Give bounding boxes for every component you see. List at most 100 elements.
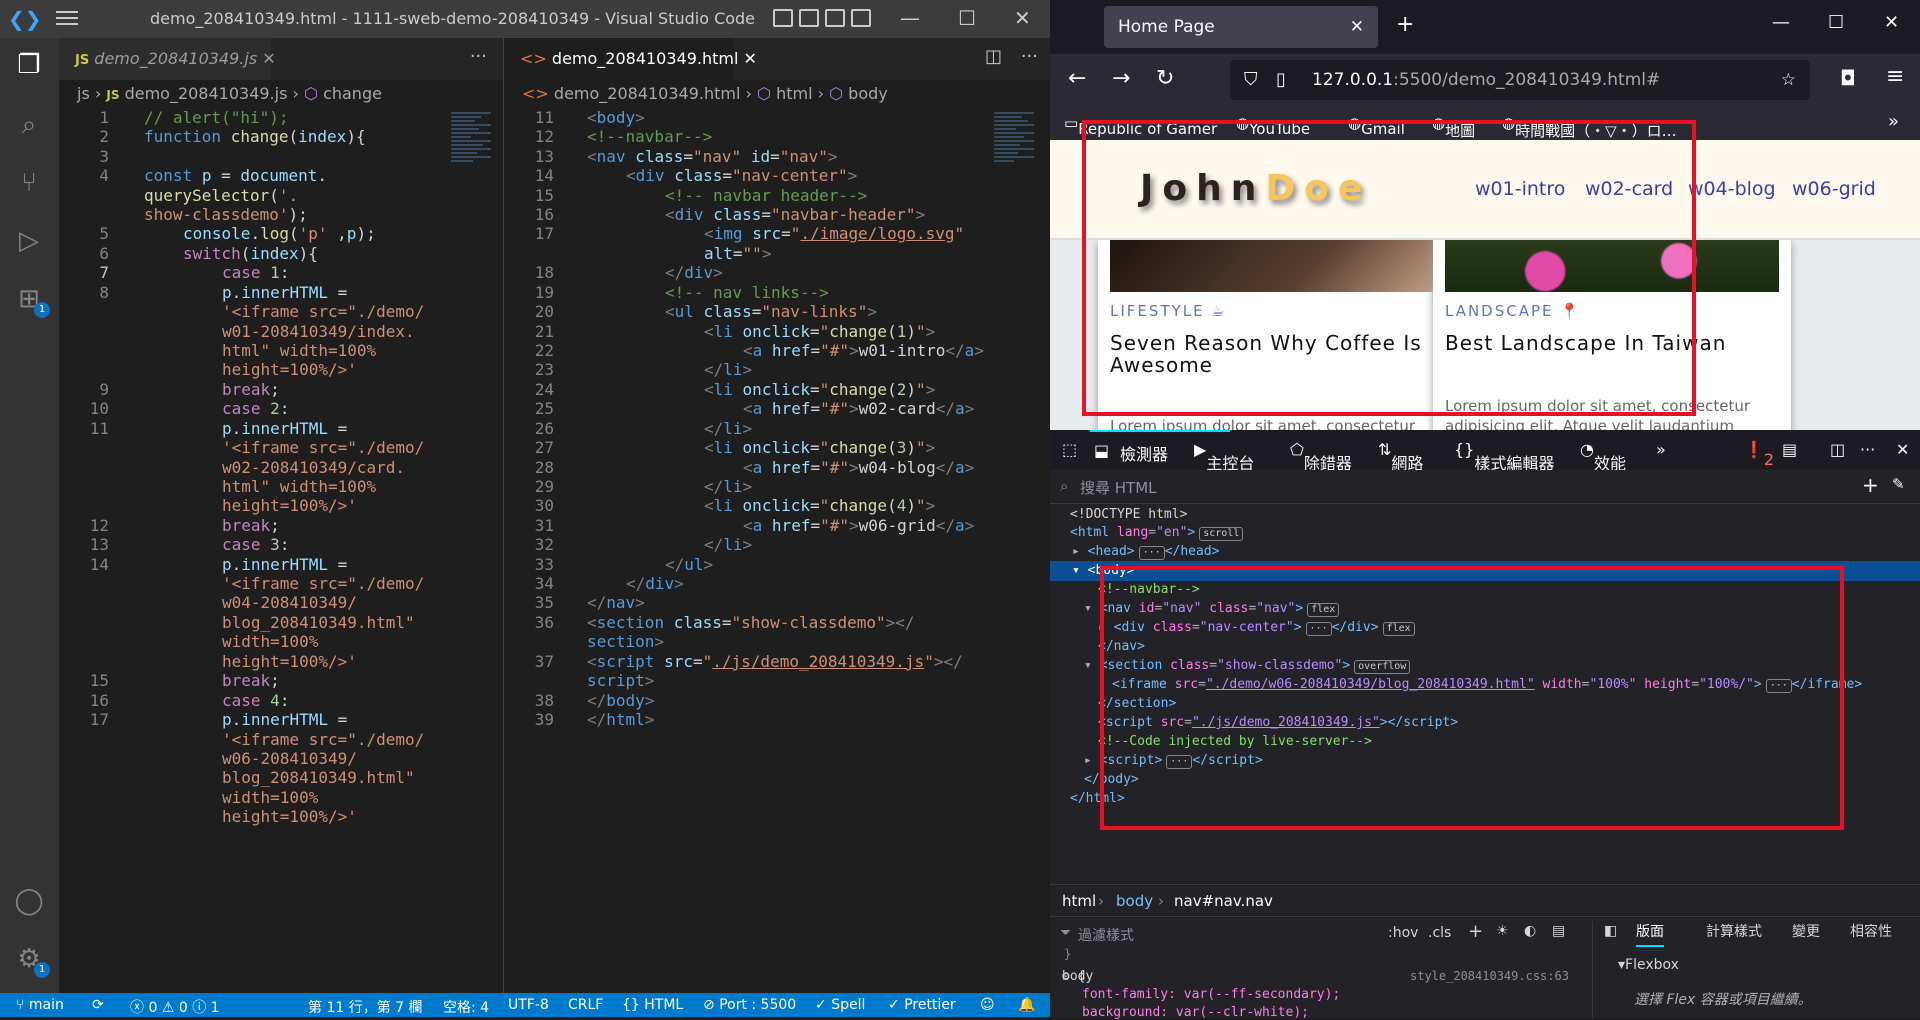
error-indicator[interactable]: ❗ 2 [1744, 440, 1774, 469]
indentation[interactable]: 空格: 4 [443, 997, 489, 1017]
forward-icon[interactable]: → [1112, 66, 1130, 91]
line-ending[interactable]: CRLF [568, 997, 603, 1013]
menu-icon[interactable] [56, 11, 78, 25]
maximize-icon[interactable]: ☐ [958, 6, 976, 30]
page-icon[interactable]: ▯ [1276, 60, 1286, 100]
nav-link-w06[interactable]: w06-grid [1792, 178, 1876, 200]
toggle-sidebar-icon[interactable] [773, 9, 793, 27]
new-tab-icon[interactable]: + [1396, 12, 1414, 37]
minimize-icon[interactable]: — [900, 6, 920, 30]
notifications-icon[interactable]: 🔔 [1018, 997, 1035, 1013]
tab-close-icon[interactable]: ✕ [744, 49, 757, 68]
customize-layout-icon[interactable] [851, 9, 871, 27]
explorer-icon[interactable]: ❐ [14, 50, 44, 80]
add-node-icon[interactable]: + [1862, 473, 1879, 497]
prettier-status[interactable]: ✓ Prettier [888, 997, 956, 1013]
back-icon[interactable]: ← [1068, 66, 1086, 91]
split-editor-icon[interactable]: ◫ [985, 46, 1002, 67]
branch-indicator[interactable]: ⑂ main [16, 997, 64, 1013]
nav-link-w04[interactable]: w04-blog [1688, 178, 1776, 200]
crumb-html[interactable]: html [1062, 892, 1096, 910]
encoding[interactable]: UTF-8 [508, 997, 549, 1013]
tab-computed[interactable]: 計算樣式 [1706, 921, 1762, 941]
feedback-icon[interactable]: ☺ [980, 997, 995, 1013]
cursor-position[interactable]: 第 11 行，第 7 欄 [308, 997, 423, 1017]
bookmark-star-icon[interactable]: ☆ [1781, 60, 1796, 100]
browser-tab-home[interactable]: Home Page ✕ [1104, 6, 1378, 48]
toggle-secondary-sidebar-icon[interactable] [825, 9, 845, 27]
run-debug-icon[interactable]: ▷ [14, 226, 44, 256]
filter-styles-input[interactable]: 過濾樣式 [1078, 925, 1134, 945]
shield-icon[interactable]: ⛉ [1244, 60, 1258, 100]
pocket-icon[interactable]: ◘ [1840, 66, 1856, 90]
breadcrumb-item[interactable]: js [77, 84, 90, 103]
devtools-menu-icon[interactable]: ··· [1860, 440, 1875, 459]
markup-node[interactable]: <html lang="en"> scroll [1070, 523, 1244, 543]
flexbox-section[interactable]: ▾ Flexbox [1618, 957, 1679, 973]
crumb-nav[interactable]: nav#nav.nav [1174, 892, 1273, 910]
markup-node[interactable]: ▸ <head> ··· </head> [1072, 542, 1219, 562]
settings-gear-icon[interactable]: ⚙ 1 [14, 944, 50, 978]
dark-scheme-icon[interactable]: ◐ [1524, 923, 1536, 939]
crumb-body[interactable]: body [1116, 892, 1153, 910]
toggle-sidebar-icon[interactable]: ◧ [1604, 923, 1617, 939]
tab-demo-html[interactable]: <> demo_208410349.html ✕ [504, 38, 757, 80]
devtools-tab-style-editor[interactable]: {} 樣式編輯器 [1454, 440, 1554, 473]
tab-changes[interactable]: 變更 [1792, 921, 1820, 941]
minimize-icon[interactable]: — [1772, 12, 1790, 33]
more-tabs-icon[interactable]: » [1656, 440, 1666, 459]
maximize-icon[interactable]: ☐ [1828, 12, 1844, 33]
rule-property[interactable]: background: var(--clr-white); [1082, 1005, 1309, 1020]
eyedropper-icon[interactable]: ✎ [1892, 475, 1905, 493]
markup-node[interactable]: <!DOCTYPE html> [1070, 505, 1187, 525]
breadcrumb-item[interactable]: demo_208410349.html [554, 84, 741, 103]
minimap[interactable] [451, 112, 491, 192]
html-search-input[interactable]: 搜尋 HTML [1080, 477, 1157, 498]
devtools-close-icon[interactable]: ✕ [1896, 440, 1909, 459]
app-menu-icon[interactable]: ≡ [1886, 64, 1904, 89]
rule-selector[interactable]: body ⚙ { [1062, 969, 1093, 984]
language-mode[interactable]: {} HTML [622, 997, 683, 1013]
more-actions-icon[interactable]: ··· [470, 46, 487, 67]
toggle-panel-icon[interactable] [799, 9, 819, 27]
rule-property[interactable]: font-family: var(--ff-secondary); [1082, 987, 1340, 1002]
problems-indicator[interactable]: ⓧ 0 ⚠ 0 ⓘ 1 [130, 997, 220, 1017]
dock-icon[interactable]: ◫ [1830, 440, 1845, 459]
more-actions-icon[interactable]: ··· [1021, 46, 1038, 67]
tab-close-icon[interactable]: ✕ [262, 49, 275, 68]
breadcrumb-item[interactable]: demo_208410349.js [125, 84, 288, 103]
account-icon[interactable]: ◯ [14, 886, 44, 916]
cls-toggle[interactable]: .cls [1428, 925, 1451, 941]
breadcrumb-item[interactable]: change [323, 84, 382, 103]
light-scheme-icon[interactable]: ☀ [1496, 923, 1509, 939]
live-server-port[interactable]: ⊘ Port : 5500 [703, 997, 796, 1013]
breadcrumb-item[interactable]: html [776, 84, 812, 103]
element-picker-icon[interactable]: ⬚ [1062, 440, 1077, 459]
url-bar[interactable]: ⛉ ▯ 127.0.0.1:5500/demo_208410349.html# … [1230, 60, 1810, 100]
tab-demo-js[interactable]: JS demo_208410349.js ✕ [59, 38, 276, 80]
hov-toggle[interactable]: :hov [1388, 925, 1418, 941]
add-rule-icon[interactable]: + [1468, 921, 1483, 942]
close-icon[interactable]: ✕ [1014, 6, 1031, 30]
devtools-tab-performance[interactable]: ◔ 效能 [1580, 440, 1626, 473]
reload-icon[interactable]: ↻ [1156, 66, 1174, 91]
source-control-icon[interactable]: ⑂ [14, 168, 44, 198]
breadcrumb-item[interactable]: body [848, 84, 888, 103]
close-icon[interactable]: ✕ [1884, 12, 1899, 33]
tab-close-icon[interactable]: ✕ [1350, 6, 1364, 48]
rule-source-link[interactable]: style_208410349.css:63 [1410, 969, 1569, 983]
bookmark-item[interactable]: ▭ Republic of Gamer [1064, 114, 1217, 138]
extensions-icon[interactable]: ⊞ 1 [14, 284, 50, 318]
devtools-tab-debugger[interactable]: ⬠ 除錯器 [1290, 440, 1352, 473]
tab-layout[interactable]: 版面 [1636, 921, 1664, 947]
spell-check[interactable]: ✓ Spell [815, 997, 865, 1013]
tab-compatibility[interactable]: 相容性 [1850, 921, 1892, 941]
devtools-tab-console[interactable]: ▶ 主控台 [1194, 440, 1254, 473]
minimap[interactable] [994, 112, 1034, 192]
print-media-icon[interactable]: ▤ [1552, 923, 1565, 939]
more-bookmarks-icon[interactable]: » [1888, 111, 1899, 132]
devtools-tab-network[interactable]: ⇅ 網路 [1378, 440, 1423, 473]
split-console-icon[interactable]: ▤ [1782, 440, 1797, 459]
sync-icon[interactable]: ⟳ [92, 997, 104, 1013]
search-icon[interactable]: ⌕ [14, 110, 44, 140]
